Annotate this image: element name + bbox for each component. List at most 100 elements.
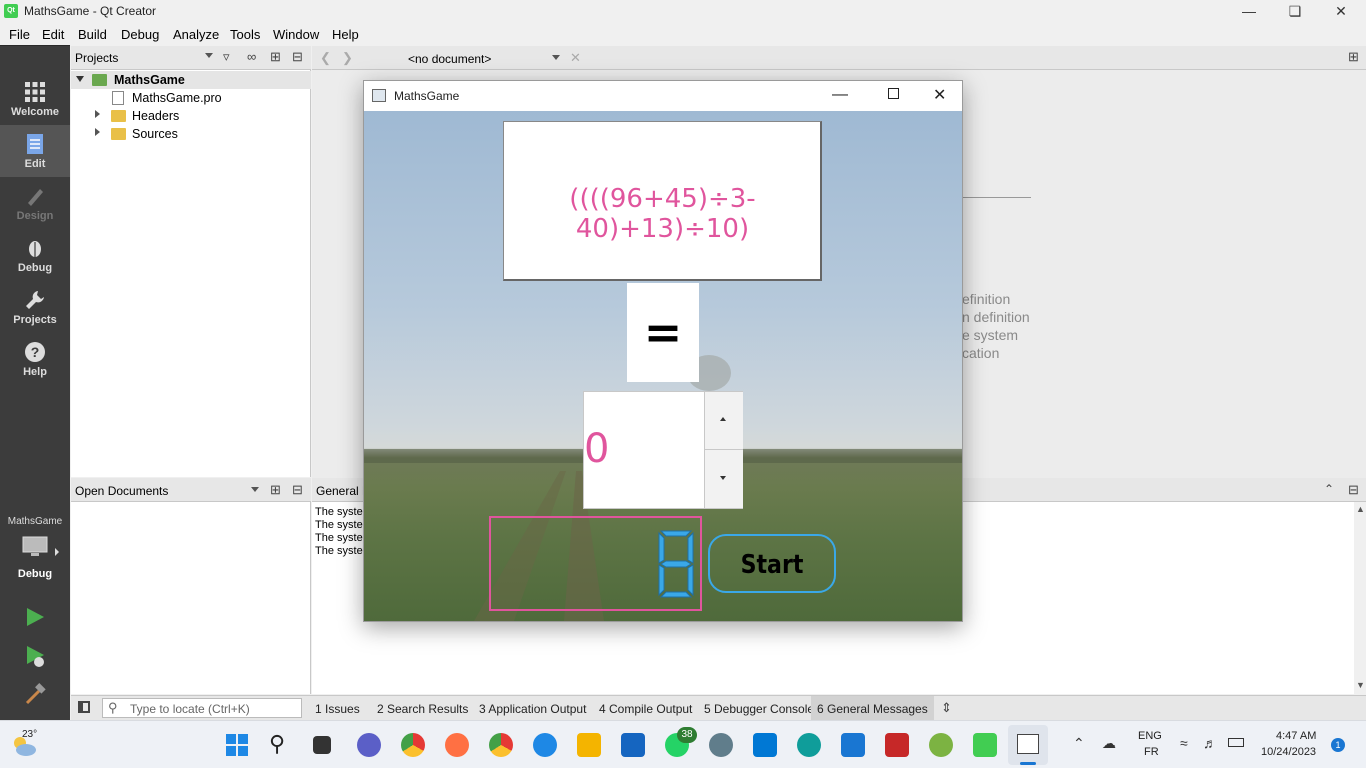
- acrobat-icon[interactable]: [885, 733, 909, 757]
- notification-badge[interactable]: 1: [1331, 738, 1345, 752]
- equals-text: =: [643, 305, 683, 359]
- maximize-pane-icon[interactable]: ⌃: [1324, 482, 1334, 496]
- mode-label: Projects: [13, 314, 57, 326]
- firefox-icon[interactable]: [445, 733, 469, 757]
- menu-build[interactable]: Build: [78, 27, 107, 42]
- notepad-icon[interactable]: [841, 733, 865, 757]
- restore-button[interactable]: ❏: [1272, 0, 1318, 23]
- menu-window[interactable]: Window: [273, 27, 319, 42]
- menu-help[interactable]: Help: [332, 27, 359, 42]
- onedrive-icon[interactable]: ☁: [1102, 735, 1116, 752]
- collapse-arrow-icon[interactable]: [76, 76, 84, 82]
- expand-arrow-icon[interactable]: [95, 110, 100, 118]
- expand-arrow-icon[interactable]: [95, 128, 100, 136]
- menu-debug[interactable]: Debug: [121, 27, 159, 42]
- mode-help[interactable]: ? Help: [0, 333, 70, 385]
- split-editor-icon[interactable]: ⊞: [1348, 49, 1359, 65]
- spin-up-button[interactable]: [704, 392, 743, 450]
- close-pane-icon[interactable]: ⊟: [1348, 482, 1359, 498]
- search-taskbar-icon[interactable]: ⚲: [269, 733, 293, 757]
- forward-icon[interactable]: ❯: [342, 50, 353, 66]
- mode-welcome[interactable]: Welcome: [0, 73, 70, 125]
- app-close-button[interactable]: ✕: [933, 85, 946, 105]
- tab-issues[interactable]: 1 Issues: [315, 702, 360, 716]
- app-window-icon: [1017, 734, 1039, 754]
- mode-edit[interactable]: Edit: [0, 125, 70, 177]
- menu-file[interactable]: File: [9, 27, 30, 42]
- vscode-icon[interactable]: [753, 733, 777, 757]
- back-icon[interactable]: ❮: [320, 50, 331, 66]
- language-sub-label: FR: [1144, 746, 1159, 758]
- task-view-icon[interactable]: [313, 736, 331, 754]
- edge-dev-icon[interactable]: [797, 733, 821, 757]
- app-maximize-button[interactable]: [888, 88, 899, 99]
- chrome-icon-2[interactable]: [489, 733, 513, 757]
- output-scrollbar[interactable]: ▲ ▼: [1354, 502, 1366, 694]
- start-menu-icon[interactable]: [225, 733, 249, 757]
- toggle-sidebar-icon[interactable]: [78, 701, 90, 713]
- chrome-icon[interactable]: [401, 733, 425, 757]
- answer-spinbox[interactable]: 0: [583, 391, 743, 509]
- wifi-icon[interactable]: ≈: [1180, 735, 1188, 751]
- chevron-up-icon[interactable]: ⌃: [1073, 735, 1085, 752]
- project-tree: MathsGame MathsGame.pro Headers Sources: [71, 70, 311, 477]
- scroll-up-icon[interactable]: ▲: [1356, 504, 1365, 514]
- settings-icon[interactable]: [709, 733, 733, 757]
- language-label[interactable]: ENG: [1138, 730, 1162, 742]
- tab-debugger-console[interactable]: 5 Debugger Console: [704, 702, 814, 716]
- clock-time[interactable]: 4:47 AM: [1276, 730, 1316, 742]
- close-pane-icon[interactable]: ⊟: [292, 482, 303, 498]
- store-icon[interactable]: [621, 733, 645, 757]
- locator-input[interactable]: ⚲ Type to locate (Ctrl+K): [102, 698, 302, 718]
- close-pane-icon[interactable]: ⊟: [292, 49, 303, 65]
- dropdown-arrow-icon[interactable]: [205, 53, 213, 58]
- close-button[interactable]: ✕: [1318, 0, 1364, 23]
- start-button[interactable]: Start: [708, 534, 836, 593]
- updown-icon[interactable]: ⇕: [941, 700, 952, 716]
- edge-icon[interactable]: [533, 733, 557, 757]
- minimize-button[interactable]: —: [1226, 0, 1272, 23]
- scroll-down-icon[interactable]: ▼: [1356, 680, 1365, 690]
- mode-projects[interactable]: Projects: [0, 281, 70, 333]
- debug-run-button[interactable]: [24, 644, 46, 668]
- spin-down-button[interactable]: [704, 450, 743, 508]
- answer-value[interactable]: 0: [584, 426, 609, 472]
- teams-icon[interactable]: [357, 733, 381, 757]
- filter-icon[interactable]: ▿: [223, 49, 230, 65]
- mathsgame-taskbar-item[interactable]: [1008, 725, 1048, 765]
- split-icon[interactable]: ⊞: [270, 482, 281, 498]
- run-button[interactable]: [24, 606, 46, 628]
- close-document-icon[interactable]: ✕: [570, 50, 581, 66]
- tree-item-headers[interactable]: Headers: [71, 107, 311, 125]
- tree-item-sources[interactable]: Sources: [71, 125, 311, 143]
- equals-label: =: [627, 283, 699, 382]
- menu-analyze[interactable]: Analyze: [173, 27, 219, 42]
- menu-tools[interactable]: Tools: [230, 27, 260, 42]
- tab-search-results[interactable]: 2 Search Results: [377, 702, 468, 716]
- split-icon[interactable]: ⊞: [270, 49, 281, 65]
- app-minimize-button[interactable]: —: [832, 86, 848, 104]
- qt-creator-taskbar-icon[interactable]: [973, 733, 997, 757]
- volume-icon[interactable]: ♬: [1203, 735, 1217, 751]
- tree-item-pro-file[interactable]: MathsGame.pro: [71, 89, 311, 107]
- file-explorer-icon[interactable]: [577, 733, 601, 757]
- menu-edit[interactable]: Edit: [42, 27, 64, 42]
- tab-compile-output[interactable]: 4 Compile Output: [599, 702, 692, 716]
- lcd-digit-8: [658, 530, 694, 598]
- tab-application-output[interactable]: 3 Application Output: [479, 702, 586, 716]
- build-button[interactable]: [23, 682, 47, 706]
- hint-line: e system: [962, 327, 1019, 343]
- kit-selector[interactable]: [22, 536, 48, 556]
- mode-debug[interactable]: Debug: [0, 229, 70, 281]
- whatsapp-badge: 38: [677, 727, 697, 743]
- document-dropdown-icon[interactable]: [552, 55, 560, 60]
- hint-line: efinition: [962, 291, 1011, 307]
- dropdown-arrow-icon[interactable]: [251, 487, 259, 492]
- paint-icon[interactable]: [929, 733, 953, 757]
- link-icon[interactable]: ∞: [247, 49, 256, 64]
- battery-icon[interactable]: [1228, 738, 1244, 747]
- tab-general-messages[interactable]: 6 General Messages: [811, 696, 934, 720]
- document-selector[interactable]: <no document>: [408, 52, 491, 66]
- clock-date[interactable]: 10/24/2023: [1261, 746, 1316, 758]
- tree-item-mathsgame[interactable]: MathsGame: [71, 71, 311, 89]
